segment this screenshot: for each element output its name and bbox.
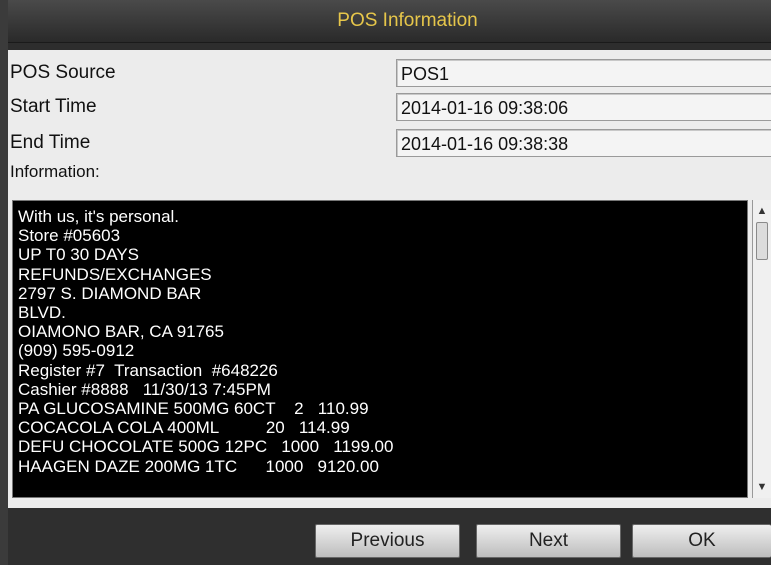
ok-button[interactable]: OK <box>632 524 771 558</box>
pos-information-dialog: POS Information POS Source POS1 Start Ti… <box>8 0 771 565</box>
scroll-down-icon[interactable]: ▼ <box>753 478 771 496</box>
dialog-body: POS Source POS1 Start Time 2014-01-16 09… <box>8 50 771 508</box>
previous-button[interactable]: Previous <box>315 524 460 558</box>
button-bar: Previous Next OK <box>8 508 771 565</box>
next-button[interactable]: Next <box>476 524 621 558</box>
pos-source-label: POS Source <box>10 62 116 83</box>
end-time-label: End Time <box>10 132 91 153</box>
dialog-title: POS Information <box>337 10 478 31</box>
information-scrollbar[interactable]: ▲ ▼ <box>752 200 771 498</box>
start-time-label: Start Time <box>10 96 97 117</box>
information-label: Information: <box>10 162 100 181</box>
scroll-thumb[interactable] <box>756 222 768 260</box>
end-time-field[interactable]: 2014-01-16 09:38:38 <box>396 129 771 157</box>
scroll-up-icon[interactable]: ▲ <box>753 202 771 220</box>
dialog-titlebar[interactable]: POS Information <box>8 0 771 43</box>
pos-source-field[interactable]: POS1 <box>396 59 771 87</box>
start-time-field[interactable]: 2014-01-16 09:38:06 <box>396 93 771 121</box>
information-textarea[interactable]: With us, it's personal. Store #05603 UP … <box>12 200 748 498</box>
information-text: With us, it's personal. Store #05603 UP … <box>18 207 394 476</box>
